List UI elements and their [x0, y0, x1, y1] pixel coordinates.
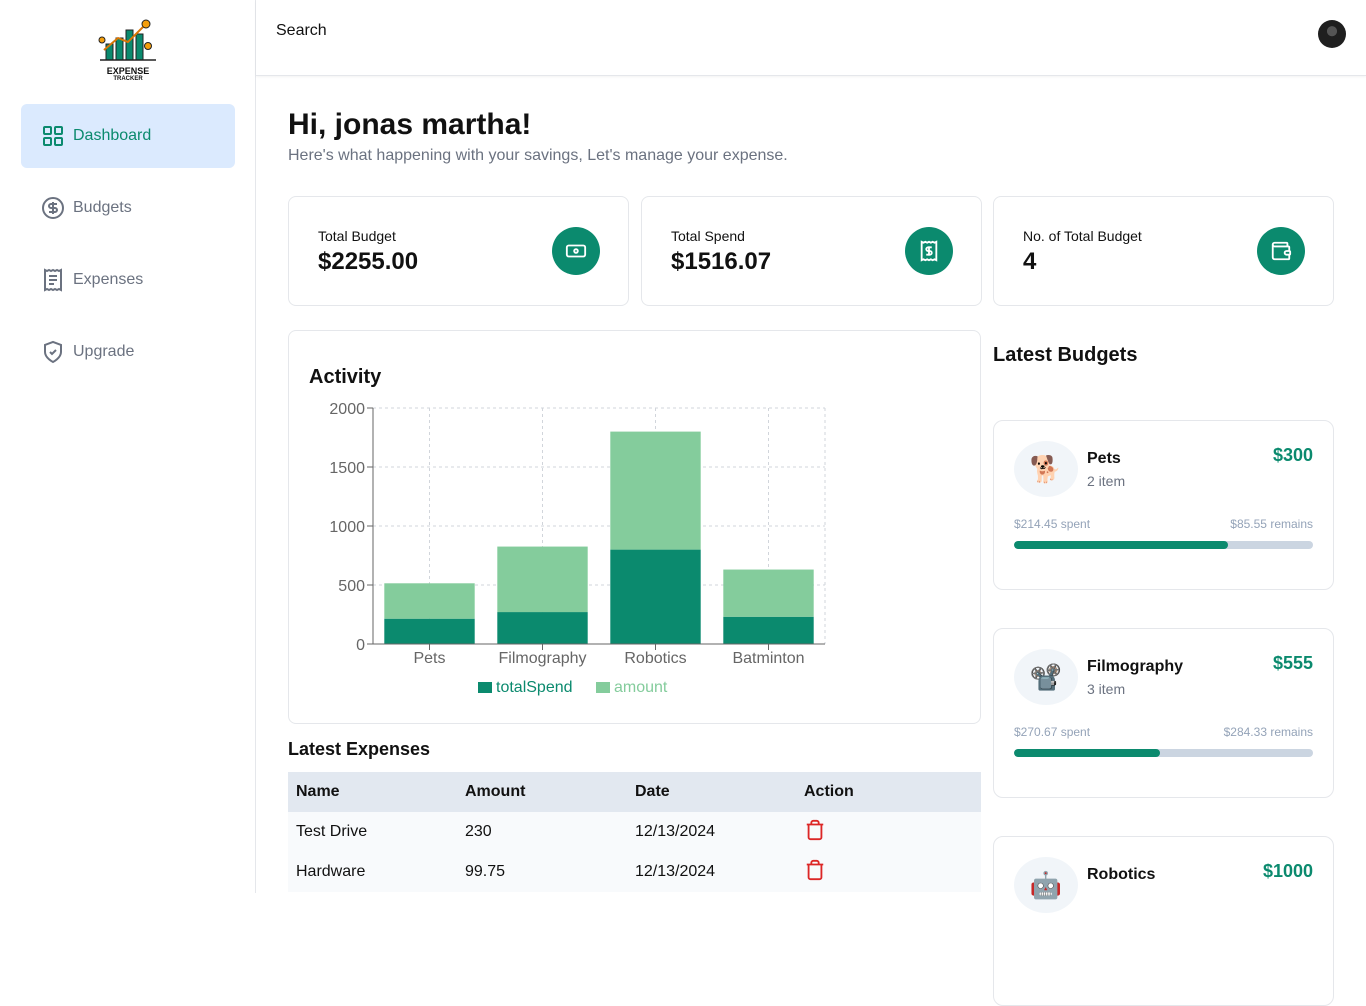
stat-value: $2255.00 — [318, 248, 419, 275]
x-tick-label: Robotics — [624, 650, 686, 667]
y-tick-label: 500 — [338, 578, 365, 595]
layout-grid-icon — [43, 126, 63, 146]
y-tick-label: 1500 — [329, 460, 365, 477]
budget-amount: $555 — [1272, 653, 1313, 673]
budget-remains: $85.55 remains — [1230, 517, 1313, 531]
top-header: Search — [256, 0, 1366, 76]
column-header: Name — [296, 783, 340, 800]
legend-swatch — [596, 682, 610, 693]
x-tick-label: Pets — [413, 650, 445, 667]
chart-logo-icon — [98, 19, 156, 61]
expense-name: Hardware — [296, 863, 366, 880]
budget-spent: $270.67 spent — [1014, 725, 1091, 739]
sidebar-item-label: Dashboard — [73, 127, 152, 144]
expense-date: 12/13/2024 — [635, 823, 716, 840]
budget-emoji: 📽️ — [1014, 649, 1078, 705]
sidebar-item-upgrade[interactable]: Upgrade — [21, 320, 235, 384]
sidebar-item-label: Expenses — [73, 271, 144, 288]
trash-icon — [806, 859, 824, 880]
x-tick-label: Filmography — [498, 650, 586, 667]
bar-amount — [610, 431, 701, 550]
column-header: Amount — [465, 783, 526, 800]
budget-count-card: No. of Total Budget 4 — [993, 196, 1334, 306]
y-tick-label: 1000 — [329, 519, 365, 536]
search-label[interactable]: Search — [276, 22, 327, 40]
page-title: Hi, jonas martha! — [288, 108, 532, 141]
legend-label: amount — [614, 679, 668, 696]
budget-amount: $300 — [1272, 445, 1313, 465]
sidebar: EXPENSE TRACKER Dashboard Budgets Expens… — [0, 0, 256, 893]
bar-totalSpend — [384, 618, 475, 644]
dollar-circle-icon — [42, 197, 64, 219]
stat-label: Total Spend — [671, 228, 745, 244]
x-tick-label: Batminton — [732, 650, 804, 667]
budget-remains: $284.33 remains — [1223, 725, 1313, 739]
legend-label: totalSpend — [496, 679, 573, 696]
budget-progress-bar — [1014, 749, 1313, 757]
expense-amount: 230 — [465, 823, 492, 840]
budget-name: Filmography — [1087, 658, 1184, 675]
stat-value: 4 — [1023, 248, 1037, 275]
budget-emoji: 🤖 — [1014, 857, 1078, 913]
budget-emoji: 🐕 — [1014, 441, 1078, 497]
expense-amount: 99.75 — [465, 863, 506, 880]
table-row: Hardware 99.75 12/13/2024 — [288, 852, 981, 892]
budget-name: Pets — [1087, 450, 1121, 467]
logo-text-line1: EXPENSE — [106, 66, 150, 76]
money-icon — [552, 227, 600, 275]
activity-chart-card: Activity Pets Filmography Robotics Batminto… — [288, 330, 981, 724]
y-tick-label: 0 — [356, 637, 365, 654]
table-row: Test Drive 230 12/13/2024 — [288, 812, 981, 852]
budget-amount: $1000 — [1262, 861, 1313, 881]
trash-icon — [806, 819, 824, 840]
logo-text-line2: TRACKER — [113, 76, 143, 82]
budget-card-robotics[interactable]: 🤖 Robotics $1000 — [993, 836, 1334, 1006]
receipt-icon — [44, 268, 62, 292]
budget-progress-bar — [1014, 541, 1313, 549]
activity-chart: Pets Filmography Robotics Batminton 0 500 1000… — [329, 401, 826, 696]
sidebar-item-dashboard[interactable]: Dashboard — [21, 104, 235, 168]
budget-card-filmography[interactable]: 📽️ Filmography 3 item $555 $270.67 spent… — [993, 628, 1334, 798]
shield-check-icon — [44, 340, 62, 364]
wallet-icon — [1257, 227, 1305, 275]
budget-name: Robotics — [1087, 866, 1156, 883]
app-logo: EXPENSE TRACKER — [96, 16, 160, 86]
budget-item-count: 2 item — [1087, 473, 1126, 489]
sidebar-item-label: Upgrade — [73, 343, 135, 360]
budget-progress-fill — [1014, 749, 1160, 757]
sidebar-item-expenses[interactable]: Expenses — [21, 248, 235, 312]
bar-amount — [497, 546, 588, 613]
column-header: Action — [804, 783, 854, 800]
budget-item-count: 3 item — [1087, 681, 1126, 697]
page-subtitle: Here's what happening with your savings,… — [288, 147, 788, 164]
bar-totalSpend — [497, 612, 588, 644]
stat-label: Total Budget — [318, 228, 396, 244]
user-avatar[interactable] — [1318, 20, 1346, 48]
total-budget-card: Total Budget $2255.00 — [288, 196, 629, 306]
y-tick-label: 2000 — [329, 401, 365, 418]
delete-button[interactable] — [796, 858, 981, 887]
bar-totalSpend — [723, 616, 814, 644]
budget-spent: $214.45 spent — [1014, 517, 1091, 531]
legend-swatch — [478, 682, 492, 693]
bar-amount — [384, 583, 475, 619]
latest-expenses-title: Latest Expenses — [288, 739, 431, 759]
receipt-dollar-icon — [905, 227, 953, 275]
expense-date: 12/13/2024 — [635, 863, 716, 880]
total-spend-card: Total Spend $1516.07 — [641, 196, 982, 306]
expenses-table: Name Amount Date Action Test Drive 230 1… — [288, 772, 981, 892]
sidebar-item-label: Budgets — [73, 199, 132, 216]
budget-card-pets[interactable]: 🐕 Pets 2 item $300 $214.45 spent $85.55 … — [993, 420, 1334, 590]
expense-name: Test Drive — [296, 823, 368, 840]
table-header: Name Amount Date Action — [288, 772, 981, 812]
bar-totalSpend — [610, 549, 701, 644]
latest-budgets-title: Latest Budgets — [993, 344, 1138, 366]
column-header: Date — [635, 783, 670, 800]
stat-value: $1516.07 — [671, 248, 772, 275]
bar-amount — [723, 569, 814, 617]
sidebar-item-budgets[interactable]: Budgets — [21, 176, 235, 240]
budget-progress-fill — [1014, 541, 1228, 549]
delete-button[interactable] — [796, 818, 981, 847]
stat-label: No. of Total Budget — [1023, 228, 1142, 244]
